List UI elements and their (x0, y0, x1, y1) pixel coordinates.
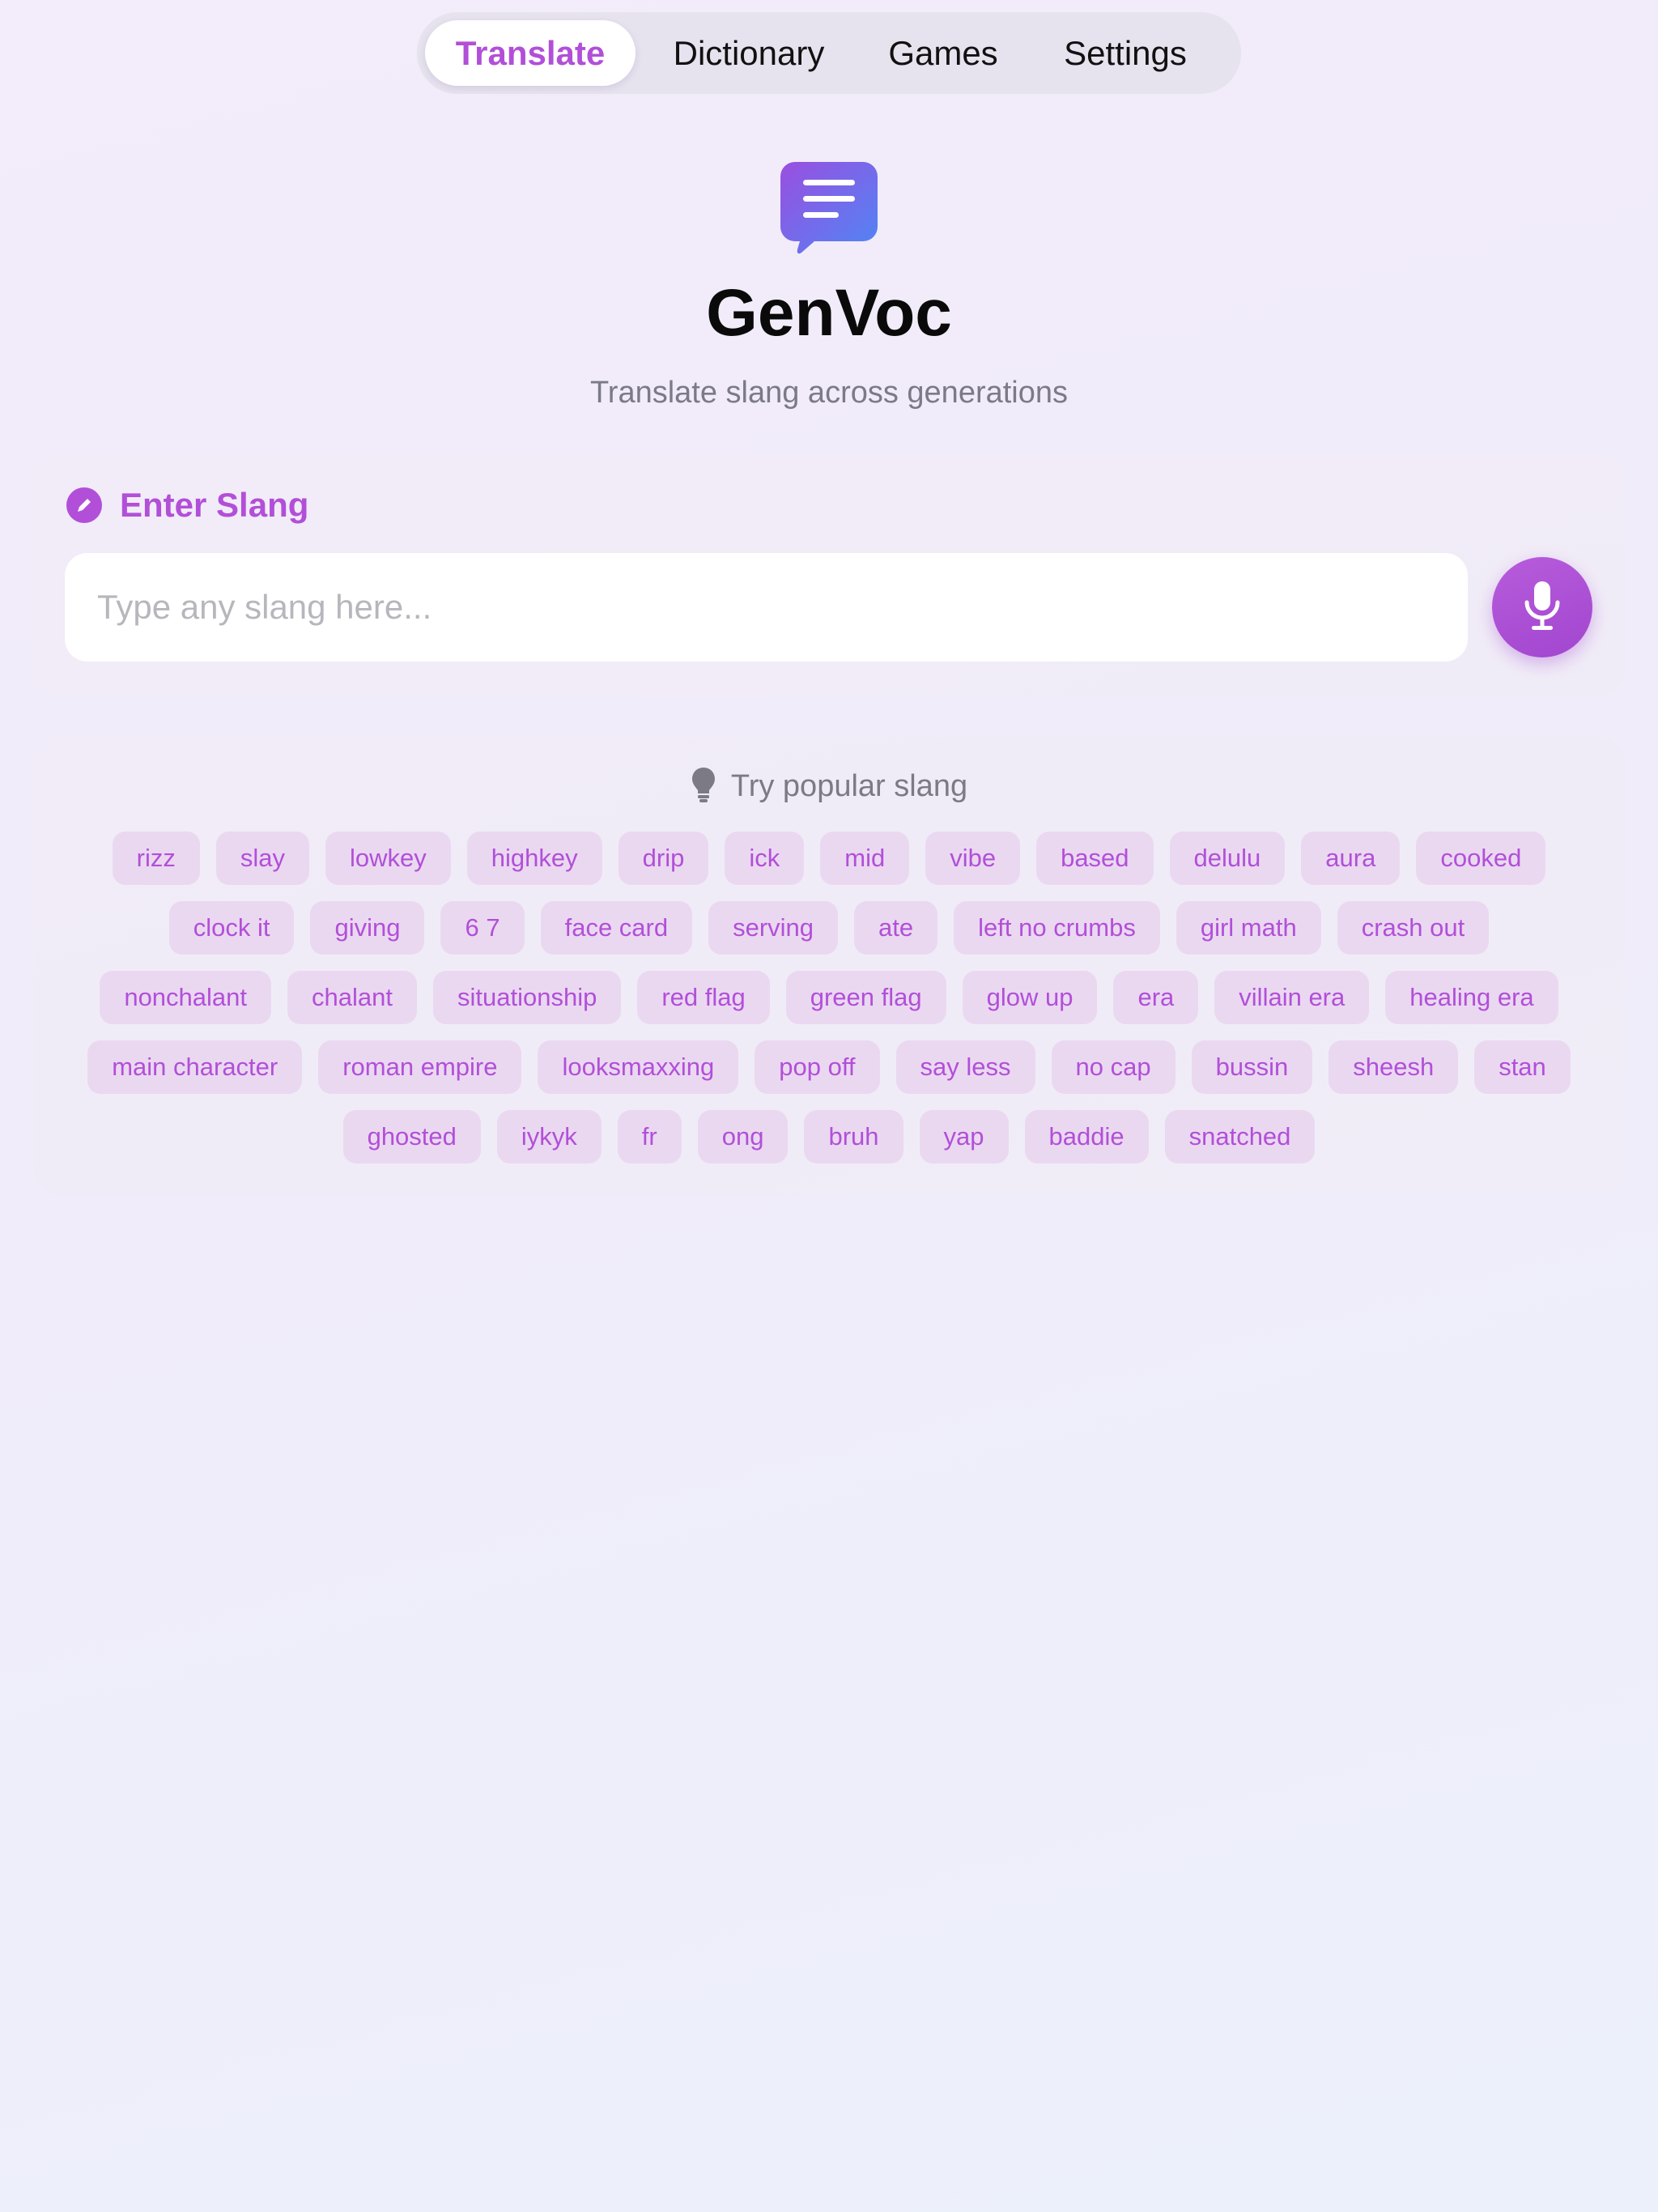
slang-chip[interactable]: sheesh (1329, 1040, 1459, 1094)
slang-chip[interactable]: stan (1474, 1040, 1571, 1094)
slang-chip[interactable]: ghosted (342, 1110, 481, 1163)
slang-chip-list: rizz slay lowkey highkey drip ick mid vi… (49, 832, 1609, 1180)
slang-chip[interactable]: mid (820, 832, 910, 885)
popular-slang-label: Try popular slang (730, 769, 968, 803)
slang-chip[interactable]: looksmaxxing (538, 1040, 739, 1094)
slang-chip[interactable]: highkey (466, 832, 602, 885)
slang-chip[interactable]: fr (617, 1110, 682, 1163)
slang-chip[interactable]: no cap (1051, 1040, 1175, 1094)
slang-chip[interactable]: rizz (112, 832, 200, 885)
slang-chip[interactable]: aura (1301, 832, 1401, 885)
slang-chip[interactable]: iykyk (496, 1110, 602, 1163)
slang-chip[interactable]: vibe (925, 832, 1021, 885)
slang-chip[interactable]: girl math (1175, 901, 1321, 955)
slang-chip[interactable]: face card (540, 901, 693, 955)
slang-chip[interactable]: green flag (785, 971, 946, 1024)
slang-chip[interactable]: main character (87, 1040, 303, 1094)
slang-chip[interactable]: baddie (1024, 1110, 1149, 1163)
app-subtitle: Translate slang across generations (589, 376, 1069, 410)
slang-chip[interactable]: left no crumbs (954, 901, 1160, 955)
tab-translate[interactable]: Translate (425, 20, 636, 86)
slang-chip[interactable]: clock it (168, 901, 295, 955)
slang-chip[interactable]: roman empire (318, 1040, 522, 1094)
chip-row: main character roman empire looksmaxxing… (49, 1040, 1609, 1094)
slang-chip[interactable]: bruh (804, 1110, 903, 1163)
tab-dictionary[interactable]: Dictionary (636, 20, 862, 86)
slang-chip[interactable]: era (1113, 971, 1199, 1024)
chip-row: nonchalant chalant situationship red fla… (49, 971, 1609, 1024)
slang-chip[interactable]: glow up (962, 971, 1098, 1024)
lightbulb-icon (691, 766, 716, 807)
slang-chip[interactable]: pop off (755, 1040, 880, 1094)
slang-chip[interactable]: villain era (1214, 971, 1370, 1024)
tab-settings[interactable]: Settings (1024, 20, 1226, 86)
tab-games[interactable]: Games (862, 20, 1024, 86)
microphone-icon (1522, 580, 1562, 636)
chat-bubble-icon (780, 162, 878, 254)
slang-chip[interactable]: ick (725, 832, 805, 885)
slang-chip[interactable]: drip (618, 832, 709, 885)
slang-chip[interactable]: slay (215, 832, 310, 885)
pencil-icon (66, 487, 102, 523)
chip-row: clock it giving 6 7 face card serving at… (49, 901, 1609, 955)
slang-chip[interactable]: healing era (1385, 971, 1558, 1024)
slang-chip[interactable]: snatched (1164, 1110, 1316, 1163)
slang-chip[interactable]: ate (854, 901, 938, 955)
slang-chip[interactable]: ong (697, 1110, 789, 1163)
slang-input[interactable] (65, 553, 1468, 661)
slang-chip[interactable]: lowkey (325, 832, 451, 885)
enter-slang-label: Enter Slang (120, 486, 309, 524)
slang-chip[interactable]: giving (310, 901, 425, 955)
app-title: GenVoc (706, 276, 952, 350)
slang-chip[interactable]: situationship (432, 971, 622, 1024)
slang-chip[interactable]: delulu (1169, 832, 1286, 885)
top-tab-bar: Translate Dictionary Games Settings (417, 12, 1241, 94)
popular-slang-header: Try popular slang (0, 766, 1658, 807)
slang-chip[interactable]: cooked (1416, 832, 1546, 885)
slang-chip[interactable]: 6 7 (440, 901, 525, 955)
microphone-button[interactable] (1492, 557, 1592, 657)
chip-row: ghosted iykyk fr ong bruh yap baddie sna… (49, 1110, 1609, 1163)
slang-chip[interactable]: red flag (637, 971, 770, 1024)
slang-chip[interactable]: nonchalant (100, 971, 272, 1024)
slang-chip[interactable]: say less (895, 1040, 1035, 1094)
slang-chip[interactable]: based (1036, 832, 1154, 885)
slang-chip[interactable]: chalant (287, 971, 417, 1024)
slang-chip[interactable]: yap (919, 1110, 1009, 1163)
slang-chip[interactable]: crash out (1337, 901, 1490, 955)
enter-slang-header: Enter Slang (66, 486, 308, 525)
slang-chip[interactable]: serving (708, 901, 839, 955)
slang-chip[interactable]: bussin (1191, 1040, 1313, 1094)
chip-row: rizz slay lowkey highkey drip ick mid vi… (49, 832, 1609, 885)
